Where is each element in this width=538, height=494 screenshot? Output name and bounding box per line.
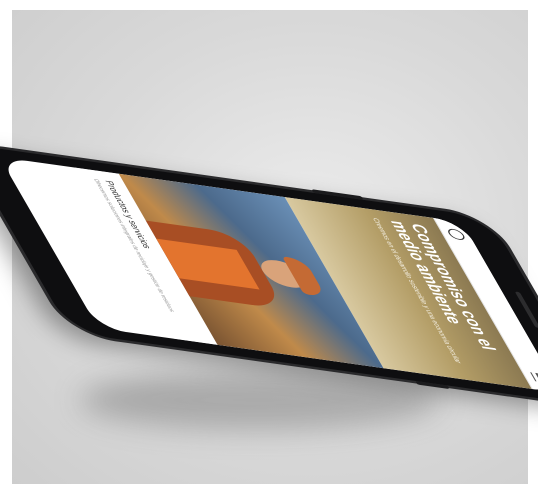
product-mockup-scene: Compromiso con el medio ambiente Creemos… [0, 0, 538, 494]
hamburger-menu-icon[interactable] [530, 372, 538, 383]
phone-shadow [80, 370, 440, 430]
logo-mark-icon [445, 227, 467, 241]
site-logo[interactable] [445, 227, 469, 245]
